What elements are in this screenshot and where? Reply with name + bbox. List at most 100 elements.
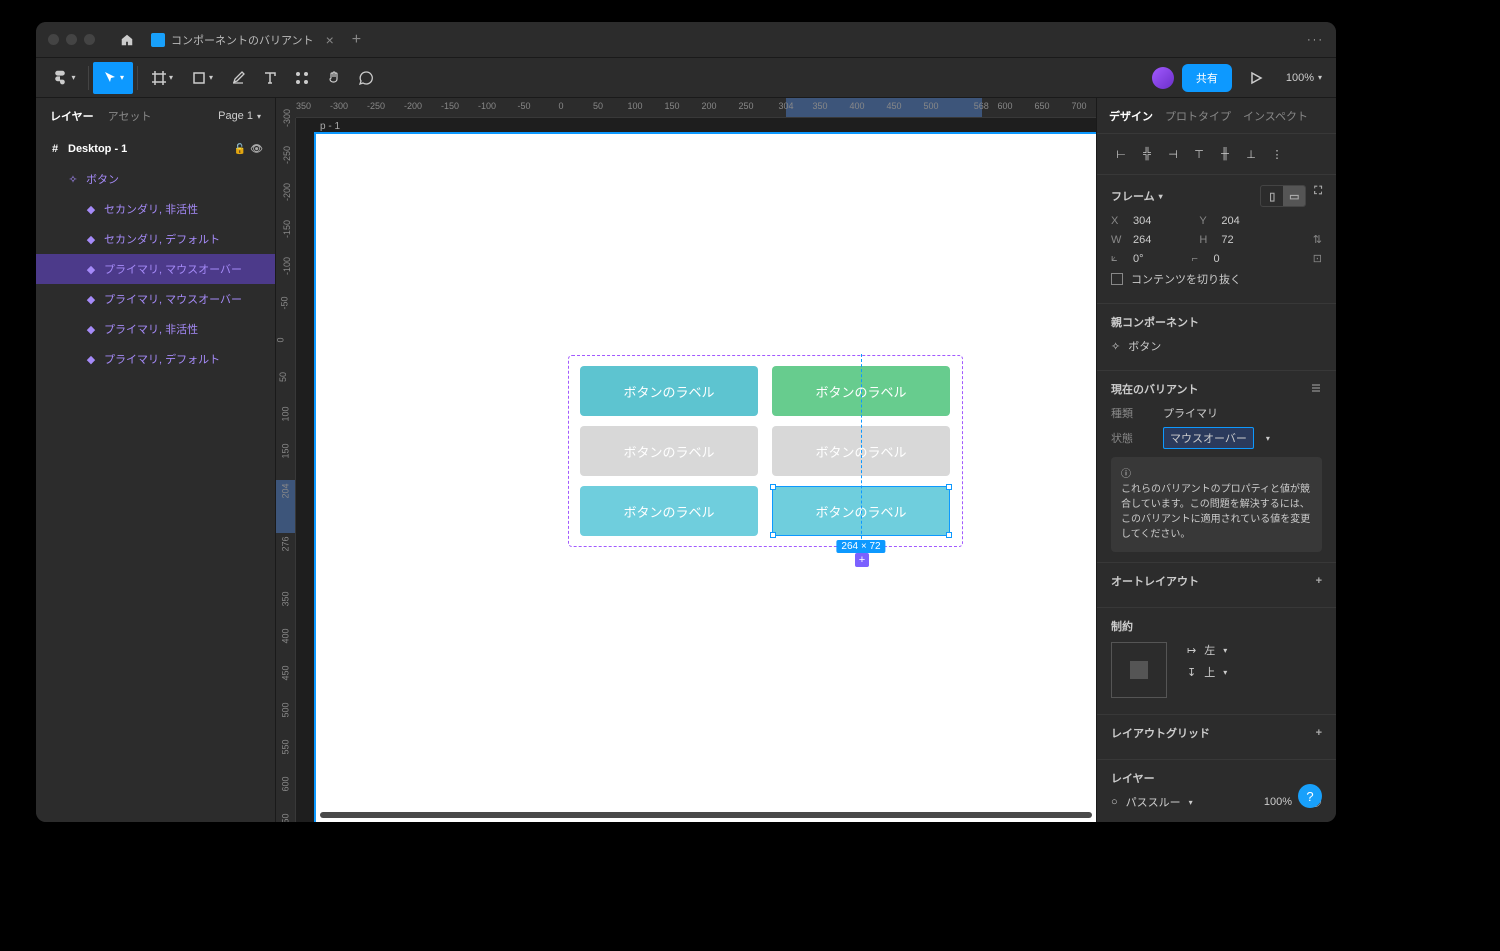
zoom-control[interactable]: 100%▾ — [1280, 72, 1328, 84]
layer-component-set[interactable]: ✧ ボタン — [36, 164, 275, 194]
resize-to-fit-icon[interactable]: ⛶ — [1314, 185, 1322, 207]
design-tab[interactable]: デザイン — [1109, 108, 1153, 124]
align-center-h-icon[interactable]: ╬ — [1135, 142, 1159, 166]
eye-icon[interactable]: 👁 — [250, 144, 263, 155]
guide-line — [861, 354, 862, 554]
chevron-down-icon[interactable]: ▾ — [1266, 434, 1270, 443]
shape-tool[interactable]: ▾ — [182, 62, 222, 94]
pen-tool[interactable] — [222, 62, 254, 94]
layer-variant[interactable]: ◆ プライマリ, 非活性 — [36, 314, 275, 344]
share-button[interactable]: 共有 — [1182, 64, 1232, 92]
orient-v-icon[interactable]: ▯ — [1261, 186, 1283, 206]
layer-variant-selected[interactable]: ◆プライマリ, マウスオーバー — [36, 254, 275, 284]
button-variant[interactable]: ボタンのラベル — [580, 426, 758, 476]
text-tool[interactable] — [254, 62, 286, 94]
close-tab-icon[interactable]: × — [326, 32, 334, 48]
parent-component-title: 親コンポーネント — [1111, 314, 1322, 330]
constrain-icon[interactable]: ⇅ — [1313, 233, 1322, 246]
blend-mode[interactable]: パススルー — [1126, 794, 1181, 810]
rotation-value[interactable]: 0° — [1133, 253, 1144, 265]
present-button[interactable] — [1240, 62, 1272, 94]
file-tab[interactable]: コンポーネントのバリアント × — [141, 22, 344, 57]
w-value[interactable]: 264 — [1133, 234, 1151, 246]
titlebar: コンポーネントのバリアント × + ··· — [36, 22, 1336, 58]
section-title: フレーム — [1111, 188, 1155, 204]
h-label: H — [1199, 234, 1213, 246]
horizontal-scrollbar[interactable] — [320, 812, 1092, 818]
left-panel: レイヤー アセット Page 1▾ # Desktop - 1 🔓👁 ✧ ボタン… — [36, 98, 276, 822]
v-constraint[interactable]: 上 — [1204, 664, 1215, 680]
lock-icon[interactable]: 🔓 — [234, 144, 246, 155]
button-variant[interactable]: ボタンのラベル — [580, 486, 758, 536]
variant-warning: ⓘこれらのバリアントのプロパティと値が競合しています。この問題を解決するには、こ… — [1111, 457, 1322, 552]
adjust-icon[interactable] — [1310, 382, 1322, 397]
comment-tool[interactable] — [350, 62, 382, 94]
radius-value[interactable]: 0 — [1214, 253, 1220, 265]
prototype-tab[interactable]: プロトタイプ — [1165, 108, 1231, 124]
variant-icon: ◆ — [84, 293, 98, 306]
user-avatar[interactable] — [1152, 67, 1174, 89]
design-frame[interactable]: ボタンのラベル ボタンのラベル ボタンのラベル ボタンのラベル ボタンのラベル … — [316, 134, 1096, 822]
layer-label: Desktop - 1 — [68, 143, 127, 155]
hand-tool[interactable] — [318, 62, 350, 94]
align-bottom-icon[interactable]: ⊥ — [1239, 142, 1263, 166]
align-center-v-icon[interactable]: ╫ — [1213, 142, 1237, 166]
align-left-icon[interactable]: ⊢ — [1109, 142, 1133, 166]
variant-icon: ◆ — [84, 323, 98, 336]
section-title: オートレイアウト — [1111, 573, 1199, 589]
button-variant[interactable]: ボタンのラベル — [580, 366, 758, 416]
window-controls[interactable] — [48, 34, 95, 45]
orient-h-icon[interactable]: ▭ — [1283, 186, 1305, 206]
layer-variant[interactable]: ◆プライマリ, マウスオーバー — [36, 284, 275, 314]
state-dropdown[interactable]: マウスオーバー — [1163, 427, 1254, 449]
ruler-horizontal: -350-300-250-200-150-100-500501001502002… — [296, 98, 1096, 118]
inspect-tab[interactable]: インスペクト — [1243, 108, 1308, 124]
home-icon[interactable] — [113, 33, 141, 47]
layer-opacity[interactable]: 100% — [1264, 796, 1292, 808]
toolbar: ▾ ▾ ▾ ▾ 共有 100%▾ — [36, 58, 1336, 98]
kind-value[interactable]: プライマリ — [1163, 405, 1218, 421]
add-variant-button[interactable]: + — [855, 553, 869, 567]
layer-variant[interactable]: ◆ プライマリ, デフォルト — [36, 344, 275, 374]
layers-tab[interactable]: レイヤー — [50, 108, 94, 124]
layer-label: プライマリ, マウスオーバー — [104, 261, 242, 277]
constraint-widget[interactable] — [1111, 642, 1167, 698]
parent-component-name[interactable]: ボタン — [1128, 338, 1161, 354]
ruler-vertical: -300-250-200-150-100-5005010015020427635… — [276, 118, 296, 822]
state-label: 状態 — [1111, 430, 1155, 446]
canvas-area[interactable]: -350-300-250-200-150-100-500501001502002… — [276, 98, 1096, 822]
layer-label: プライマリ, デフォルト — [104, 351, 220, 367]
more-icon[interactable]: ··· — [1307, 34, 1324, 46]
layer-variant[interactable]: ◆セカンダリ, デフォルト — [36, 224, 275, 254]
new-tab-button[interactable]: + — [352, 31, 361, 49]
layer-variant[interactable]: ◆セカンダリ, 非活性 — [36, 194, 275, 224]
h-constraint[interactable]: 左 — [1204, 642, 1215, 658]
kind-label: 種類 — [1111, 405, 1155, 421]
align-top-icon[interactable]: ⊤ — [1187, 142, 1211, 166]
y-value[interactable]: 204 — [1221, 215, 1239, 227]
add-grid-icon[interactable]: + — [1316, 727, 1322, 739]
variant-icon: ◆ — [84, 233, 98, 246]
align-right-icon[interactable]: ⊣ — [1161, 142, 1185, 166]
resources-tool[interactable] — [286, 62, 318, 94]
button-label: ボタンのラベル — [623, 442, 714, 461]
main-menu-button[interactable]: ▾ — [44, 62, 84, 94]
x-value[interactable]: 304 — [1133, 215, 1151, 227]
layer-frame[interactable]: # Desktop - 1 🔓👁 — [36, 134, 275, 164]
move-tool[interactable]: ▾ — [93, 62, 133, 94]
layer-tools: 🔓👁 — [234, 144, 263, 155]
variant-icon: ◆ — [84, 353, 98, 366]
y-label: Y — [1199, 215, 1213, 227]
warning-icon: ⓘ — [1121, 469, 1131, 480]
help-button[interactable]: ? — [1298, 784, 1322, 808]
assets-tab[interactable]: アセット — [108, 108, 152, 124]
page-select[interactable]: Page 1▾ — [218, 110, 261, 122]
h-value[interactable]: 72 — [1221, 234, 1233, 246]
checkbox-unchecked-icon[interactable] — [1111, 273, 1123, 285]
layer-label: プライマリ, 非活性 — [104, 321, 198, 337]
vertical-constraint-icon: ↧ — [1187, 666, 1196, 679]
add-autolayout-icon[interactable]: + — [1316, 575, 1322, 587]
independent-corners-icon[interactable]: ⊡ — [1313, 252, 1322, 265]
frame-tool[interactable]: ▾ — [142, 62, 182, 94]
distribute-icon[interactable]: ⋮ — [1265, 142, 1289, 166]
